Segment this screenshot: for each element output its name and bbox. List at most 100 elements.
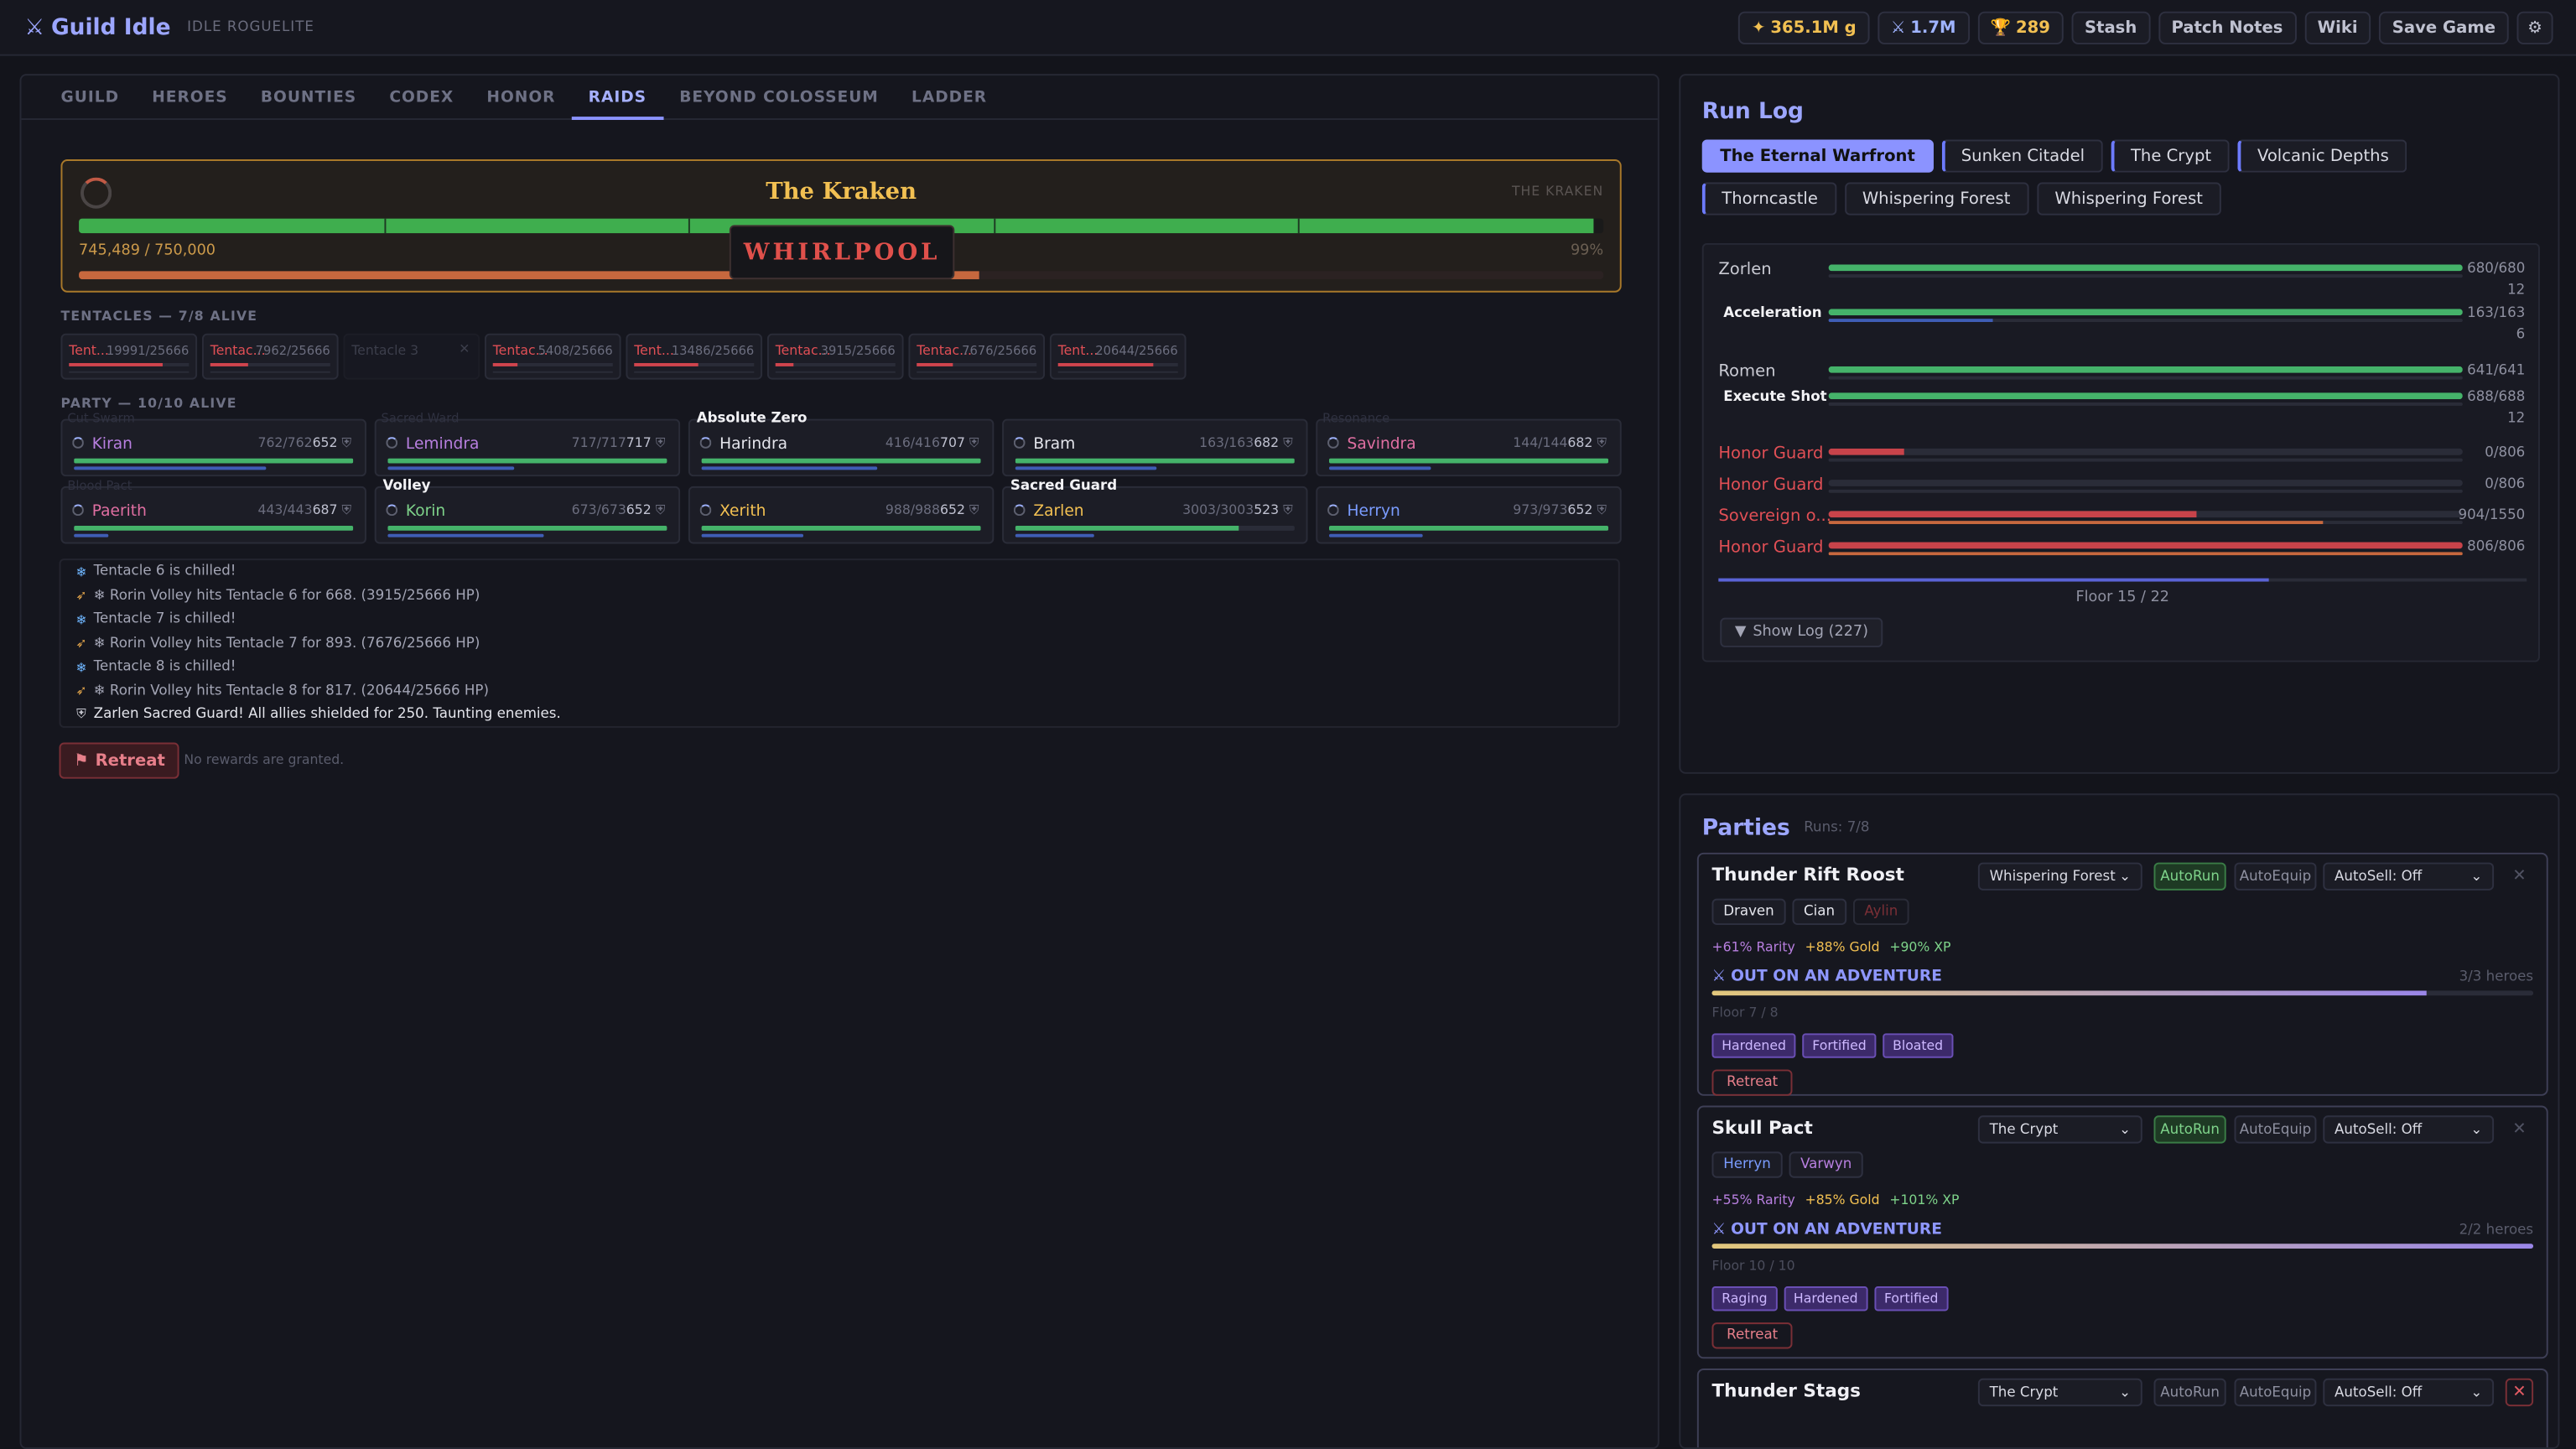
autosell-select[interactable]: AutoSell: Off ⌄ — [2323, 1115, 2495, 1144]
hero-card[interactable]: Blood Pact Paerith 443/443687 ⛨ — [60, 478, 366, 544]
wiki-button[interactable]: Wiki — [2303, 11, 2371, 44]
tab-guild[interactable]: GUILD — [44, 75, 136, 120]
hero-hp-value: 973/973 — [1513, 502, 1568, 518]
zone-tab[interactable]: The Crypt — [2111, 139, 2230, 173]
run-log-title: Run Log — [1701, 98, 1804, 125]
hero-card[interactable]: Xerith 988/988652 ⛨ — [688, 486, 995, 544]
adventure-status-text: OUT ON AN ADVENTURE — [1731, 1220, 1942, 1239]
tentacle-card[interactable]: Tentac... 7962/25666 — [201, 333, 339, 380]
chevron-down-icon: ⌄ — [2470, 1121, 2483, 1138]
tab-codex[interactable]: CODEX — [373, 75, 470, 120]
autorun-toggle[interactable]: AutoRun — [2153, 862, 2226, 891]
hero-card[interactable]: Resonance Savindra 144/144682 ⛨ — [1316, 411, 1622, 477]
tab-heroes[interactable]: HEROES — [136, 75, 245, 120]
tentacle-card[interactable]: Tent... 19991/25666 — [60, 333, 198, 380]
bonus-value: +61% Rarity — [1711, 939, 1795, 955]
tentacle-card[interactable]: Tentacle 3 ✕ — [343, 333, 480, 380]
tentacle-card[interactable]: Tentac... 3915/25666 — [766, 333, 904, 380]
remove-party-button[interactable]: ✕ — [2506, 1115, 2533, 1143]
tab-beyond-colosseum[interactable]: BEYOND COLOSSEUM — [663, 75, 896, 120]
combatant-mana-bar — [1828, 402, 2463, 406]
tentacle-card[interactable]: Tent... 20644/25666 — [1049, 333, 1187, 380]
combatant-hp-fill — [1828, 448, 1905, 455]
trophy-value: 289 — [2015, 18, 2050, 38]
hero-cooldown-spinner-icon — [386, 437, 398, 449]
hero-mana-bar — [387, 466, 515, 470]
zone-select[interactable]: The Crypt ⌄ — [1977, 1378, 2142, 1407]
hero-cooldown-spinner-icon — [1013, 504, 1026, 517]
party-card: Thunder Rift Roost Whispering Forest ⌄ Auto… — [1696, 852, 2548, 1096]
remove-party-button[interactable]: ✕ — [2506, 863, 2533, 891]
member-chip[interactable]: Draven — [1711, 898, 1786, 926]
member-chip[interactable]: Aylin — [1852, 898, 1909, 926]
zone-tab[interactable]: Sunken Citadel — [1941, 139, 2103, 173]
combatant-hp-value: 904/1550 — [2458, 507, 2526, 524]
adventure-status-text: OUT ON AN ADVENTURE — [1731, 967, 1942, 986]
patch-notes-button[interactable]: Patch Notes — [2158, 11, 2297, 44]
party-retreat-button[interactable]: Retreat — [1711, 1069, 1793, 1096]
tab-bounties[interactable]: BOUNTIES — [244, 75, 372, 120]
tentacle-card[interactable]: Tentac... 5408/25666 — [484, 333, 621, 380]
hero-hp-bar — [74, 458, 354, 463]
zone-tab[interactable]: The Eternal Warfront — [1701, 139, 1934, 173]
retreat-button[interactable]: ⚑ Retreat — [59, 742, 180, 779]
hero-card[interactable]: Sacred Ward Lemindra 717/717717 ⛨ — [374, 411, 681, 477]
party-retreat-button[interactable]: Retreat — [1711, 1322, 1793, 1349]
show-log-button[interactable]: ▼ Show Log (227) — [1720, 617, 1883, 647]
hero-card[interactable]: Cut Swarm Kiran 762/762652 ⛨ — [60, 411, 366, 477]
hero-hp: 988/988652 ⛨ — [886, 503, 979, 520]
hero-card[interactable]: Harindra Absolute Zero 416/416707 ⛨ — [688, 411, 995, 477]
stash-button[interactable]: Stash — [2071, 11, 2150, 44]
bonus-value: +55% Rarity — [1711, 1192, 1795, 1208]
zone-tab[interactable]: Thorncastle — [1701, 182, 1836, 216]
autoequip-toggle[interactable]: AutoEquip — [2234, 1378, 2317, 1407]
member-chip[interactable]: Varwyn — [1789, 1151, 1863, 1178]
save-game-button[interactable]: Save Game — [2379, 11, 2509, 44]
hero-card[interactable]: Bram 163/163682 ⛨ — [1002, 418, 1308, 477]
tentacle-status-bar — [775, 370, 896, 373]
zone-select[interactable]: Whispering Forest ⌄ — [1977, 862, 2142, 891]
zone-select[interactable]: The Crypt ⌄ — [1977, 1115, 2142, 1144]
coin-icon: ✦ — [1752, 18, 1766, 38]
hero-hp-bar — [1015, 458, 1295, 463]
party-members: Herryn Varwyn — [1711, 1151, 1863, 1178]
autoequip-toggle[interactable]: AutoEquip — [2234, 1115, 2317, 1144]
tab-raids[interactable]: RAIDS — [572, 75, 663, 121]
hero-card[interactable]: Korin Volley 673/673652 ⛨ — [374, 478, 681, 544]
hero-ghost-ability: Blood Pact — [67, 478, 132, 493]
bow-icon: ➶ — [75, 588, 87, 604]
zone-tab[interactable]: Volcanic Depths — [2237, 139, 2407, 173]
member-chip[interactable]: Herryn — [1711, 1151, 1783, 1178]
zone-select-value: The Crypt — [1989, 1121, 2059, 1138]
autoequip-toggle[interactable]: AutoEquip — [2234, 862, 2317, 891]
hero-card[interactable]: Herryn 973/973652 ⛨ — [1316, 486, 1622, 544]
hp-segment — [993, 218, 995, 234]
combatant-hp-bar — [1828, 264, 2463, 272]
hero-hp-bar — [1328, 525, 1609, 530]
member-chip[interactable]: Cian — [1792, 898, 1846, 926]
tentacle-card[interactable]: Tent... 13486/25666 — [626, 333, 763, 380]
autosell-select[interactable]: AutoSell: Off ⌄ — [2323, 1378, 2495, 1407]
flag-icon: ⚑ — [74, 751, 89, 770]
hero-hp-value: 717/717 — [571, 435, 626, 450]
tab-honor[interactable]: HONOR — [470, 75, 572, 120]
combatant-shield-value: 6 — [2516, 326, 2526, 344]
combatant-mana-bar — [1828, 376, 2463, 380]
settings-button[interactable]: ⚙ — [2516, 11, 2553, 44]
nav-tabs: GUILD HEROES BOUNTIES CODEX HONOR RAIDS BEYOND… — [21, 75, 1658, 121]
tab-ladder[interactable]: LADDER — [895, 75, 1003, 120]
combatant-hp-bar — [1828, 511, 2463, 518]
power-counter: ⚔ 1.7M — [1877, 11, 1970, 44]
tentacle-card[interactable]: Tentac... 7676/25666 — [908, 333, 1046, 380]
floor-progress-bar — [1718, 578, 2527, 582]
zone-tab[interactable]: Whispering Forest — [1844, 182, 2028, 216]
autorun-toggle[interactable]: AutoRun — [2153, 1378, 2226, 1407]
app-logo[interactable]: ⚔ Guild Idle IDLE ROGUELITE — [24, 15, 314, 41]
autosell-select[interactable]: AutoSell: Off ⌄ — [2323, 862, 2495, 891]
remove-party-button[interactable]: ✕ — [2505, 1378, 2534, 1407]
autorun-toggle[interactable]: AutoRun — [2153, 1115, 2226, 1144]
zone-tab[interactable]: Whispering Forest — [2036, 182, 2221, 216]
hero-name: Kiran — [91, 435, 132, 454]
party-floor: Floor 10 / 10 — [1711, 1258, 1795, 1274]
hero-card[interactable]: Zarlen Sacred Guard 3003/3003523 ⛨ — [1002, 478, 1308, 544]
